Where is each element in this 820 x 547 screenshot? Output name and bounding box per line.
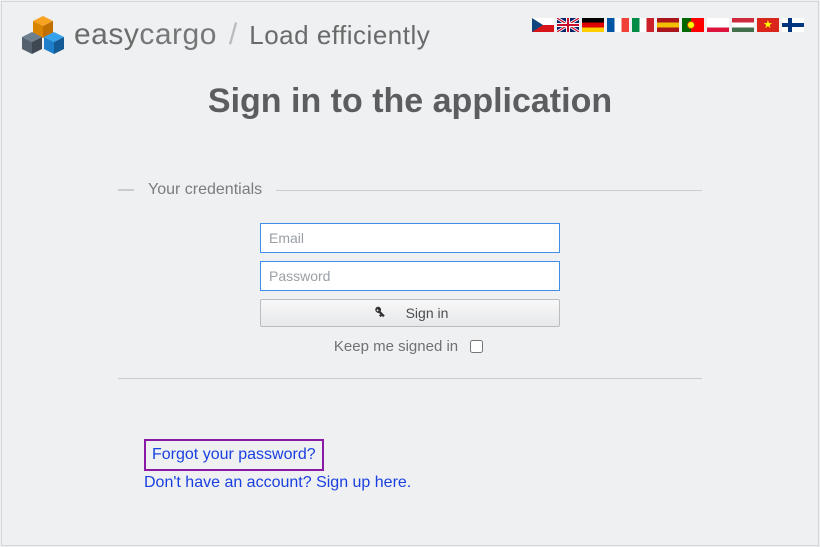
flag-hungary[interactable]: [732, 18, 754, 32]
flag-uk[interactable]: [557, 18, 579, 32]
keep-signed-label: Keep me signed in: [334, 338, 458, 355]
flag-spain[interactable]: [657, 18, 679, 32]
language-flags: ★: [532, 18, 804, 32]
brand-cargo: cargo: [139, 18, 217, 51]
flag-italy[interactable]: [632, 18, 654, 32]
cubes-icon: [20, 14, 66, 56]
flag-portugal[interactable]: [682, 18, 704, 32]
keep-signed-checkbox[interactable]: [470, 340, 483, 353]
signin-button[interactable]: Sign in: [260, 299, 560, 327]
login-form: Sign in Keep me signed in: [260, 223, 560, 356]
legend-text: Your credentials: [148, 181, 262, 199]
divider: [118, 378, 702, 379]
flag-finland[interactable]: [782, 18, 804, 32]
brand-name: easycargo: [74, 18, 217, 52]
legend-line: [276, 190, 702, 191]
brand-easy: easy: [74, 18, 139, 51]
page-title: Sign in to the application: [2, 82, 818, 121]
key-icon: [369, 303, 389, 323]
legend: Your credentials: [118, 181, 702, 199]
flag-czech[interactable]: [532, 18, 554, 32]
flag-france[interactable]: [607, 18, 629, 32]
flag-germany[interactable]: [582, 18, 604, 32]
logo: easycargo: [20, 14, 217, 56]
flag-poland[interactable]: [707, 18, 729, 32]
forgot-password-link[interactable]: Forgot your password?: [144, 439, 324, 471]
flag-vietnam[interactable]: ★: [757, 18, 779, 32]
password-field[interactable]: [260, 261, 560, 291]
main-content: Your credentials Sign in Keep me signed …: [118, 181, 702, 495]
legend-dash: [118, 189, 134, 191]
signup-link[interactable]: Don't have an account? Sign up here.: [144, 471, 411, 495]
header: easycargo / Load efficiently: [2, 2, 818, 64]
separator: /: [229, 18, 237, 52]
links: Forgot your password? Don't have an acco…: [118, 439, 702, 495]
tagline: Load efficiently: [249, 20, 430, 51]
signin-label: Sign in: [406, 305, 449, 321]
keep-signed-row: Keep me signed in: [260, 337, 560, 356]
email-field[interactable]: [260, 223, 560, 253]
